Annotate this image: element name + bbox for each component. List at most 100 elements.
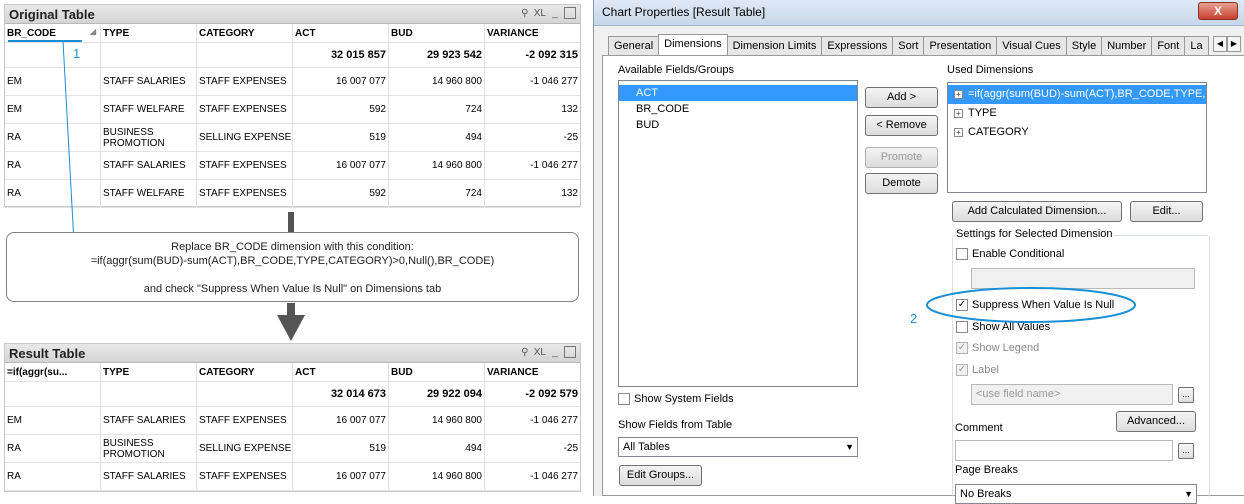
tab-strip: General Dimensions Dimension Limits Expr… xyxy=(608,34,1209,55)
table-cell[interactable]: STAFF SALARIES xyxy=(101,407,197,434)
comment-label: Comment xyxy=(955,422,1003,434)
checkbox-box xyxy=(618,393,630,405)
chevron-down-icon: ▼ xyxy=(845,442,854,452)
tree-item-type[interactable]: + TYPE xyxy=(948,104,1206,123)
total-cell: 32 014 673 xyxy=(293,382,389,406)
comment-field[interactable] xyxy=(955,440,1173,461)
tab-style[interactable]: Style xyxy=(1065,36,1103,55)
column-header-type[interactable]: TYPE xyxy=(101,363,197,381)
callout-ellipse-2 xyxy=(926,287,1136,323)
label-ellipsis-button[interactable]: ... xyxy=(1178,387,1194,403)
table-cell[interactable]: STAFF SALARIES xyxy=(101,463,197,490)
tab-scroll-right-icon[interactable]: ▶ xyxy=(1227,36,1241,52)
table-cell[interactable]: 519 xyxy=(293,435,389,462)
totals-row: 32 014 673 29 922 094 -2 092 579 xyxy=(5,382,580,407)
table-cell[interactable]: BUSINESS PROMOTION xyxy=(101,435,197,462)
table-cell[interactable]: 494 xyxy=(389,435,485,462)
label-field[interactable]: <use field name> xyxy=(971,384,1173,405)
callout-number-1: 1 xyxy=(73,46,81,61)
add-calculated-dimension-button[interactable]: Add Calculated Dimension... xyxy=(952,201,1122,222)
table-cell[interactable]: STAFF EXPENSES xyxy=(197,463,293,490)
checkbox-box: ✓ xyxy=(956,364,968,376)
maximize-icon[interactable] xyxy=(564,346,576,358)
available-fields-label: Available Fields/Groups xyxy=(618,64,734,76)
expand-icon[interactable]: + xyxy=(954,90,963,99)
column-header-category[interactable]: CATEGORY xyxy=(197,363,293,381)
total-cell xyxy=(197,382,293,406)
expand-icon[interactable]: + xyxy=(954,109,963,118)
tab-font[interactable]: Font xyxy=(1151,36,1186,55)
page-breaks-select[interactable]: No Breaks ▼ xyxy=(955,484,1197,504)
result-table-caption: Result Table ⚲ XL _ xyxy=(5,344,580,363)
edit-groups-button[interactable]: Edit Groups... xyxy=(619,465,702,486)
page-breaks-label: Page Breaks xyxy=(955,464,1018,476)
table-row[interactable]: EM STAFF SALARIES STAFF EXPENSES 16 007 077… xyxy=(5,407,580,435)
table-cell[interactable]: 16 007 077 xyxy=(293,407,389,434)
promote-button[interactable]: Promote xyxy=(865,147,938,168)
table-cell[interactable]: RA xyxy=(5,463,101,490)
label-checkbox[interactable]: ✓ Label xyxy=(956,364,999,376)
column-header-bud[interactable]: BUD xyxy=(389,363,485,381)
chevron-down-icon: ▼ xyxy=(1184,489,1193,499)
tab-dimensions[interactable]: Dimensions xyxy=(658,34,728,55)
dialog-titlebar: Chart Properties [Result Table] X xyxy=(594,0,1244,26)
tree-item-category[interactable]: + CATEGORY xyxy=(948,123,1206,142)
table-cell[interactable]: EM xyxy=(5,407,101,434)
show-fields-label: Show Fields from Table xyxy=(618,419,733,431)
table-row[interactable]: RA STAFF SALARIES STAFF EXPENSES 16 007 077… xyxy=(5,463,580,491)
expand-icon[interactable]: + xyxy=(954,128,963,137)
advanced-button[interactable]: Advanced... xyxy=(1116,411,1196,432)
list-item[interactable]: BR_CODE xyxy=(619,101,857,117)
show-legend-checkbox[interactable]: ✓ Show Legend xyxy=(956,342,1039,354)
xl-export-icon[interactable]: XL xyxy=(534,347,546,358)
used-dimensions-label: Used Dimensions xyxy=(947,64,1034,76)
total-cell: -2 092 579 xyxy=(525,388,578,400)
tab-presentation[interactable]: Presentation xyxy=(923,36,998,55)
comment-ellipsis-button[interactable]: ... xyxy=(1178,443,1194,459)
total-cell xyxy=(5,382,101,406)
tab-scroll-left-icon[interactable]: ◀ xyxy=(1213,36,1227,52)
table-cell[interactable]: 14 960 800 xyxy=(389,463,485,490)
list-item[interactable]: BUD xyxy=(619,117,857,133)
table-cell[interactable]: -25 xyxy=(485,435,580,462)
table-cell[interactable]: SELLING EXPENSE xyxy=(197,435,293,462)
checkbox-box: ✓ xyxy=(956,342,968,354)
close-button[interactable]: X xyxy=(1198,2,1238,20)
tab-sort[interactable]: Sort xyxy=(892,36,925,55)
tree-item-calculated-dimension[interactable]: + =if(aggr(sum(BUD)-sum(ACT),BR_CODE,TYP… xyxy=(948,85,1206,104)
chart-properties-dialog: Chart Properties [Result Table] X Genera… xyxy=(593,0,1244,504)
column-header-act[interactable]: ACT xyxy=(293,363,389,381)
table-cell[interactable]: 14 960 800 xyxy=(389,407,485,434)
column-header-dimension[interactable]: =if(aggr(su... xyxy=(5,363,101,381)
tab-dimension-limits[interactable]: Dimension Limits xyxy=(726,36,823,55)
instruction-line-3: and check "Suppress When Value Is Null" … xyxy=(143,283,442,295)
table-row[interactable]: RA BUSINESS PROMOTION SELLING EXPENSE 519 49… xyxy=(5,435,580,463)
tab-layout[interactable]: La xyxy=(1184,36,1209,55)
minimize-icon[interactable]: _ xyxy=(550,347,560,358)
result-table: Result Table ⚲ XL _ =if(aggr(su... TYPE … xyxy=(4,343,581,492)
table-cell[interactable]: STAFF EXPENSES xyxy=(197,407,293,434)
enable-conditional-checkbox[interactable]: Enable Conditional xyxy=(956,248,1064,260)
table-cell[interactable]: RA xyxy=(5,435,101,462)
tab-general[interactable]: General xyxy=(608,36,660,55)
edit-button[interactable]: Edit... xyxy=(1130,201,1203,222)
lock-icon[interactable]: ⚲ xyxy=(520,347,530,358)
tab-number[interactable]: Number xyxy=(1101,36,1153,55)
tab-expressions[interactable]: Expressions xyxy=(821,36,894,55)
table-cell[interactable]: -1 046 277 xyxy=(485,407,580,434)
add-button[interactable]: Add > xyxy=(865,87,938,108)
show-fields-select[interactable]: All Tables ▼ xyxy=(618,437,858,457)
column-header-variance[interactable]: VARIANCE xyxy=(485,363,580,381)
instruction-line-2: =if(aggr(sum(BUD)-sum(ACT),BR_CODE,TYPE,… xyxy=(90,255,495,267)
remove-button[interactable]: < Remove xyxy=(865,115,938,136)
callout-number-2: 2 xyxy=(910,311,918,326)
show-system-fields-checkbox[interactable]: Show System Fields xyxy=(618,393,734,405)
table-cell[interactable]: 16 007 077 xyxy=(293,463,389,490)
used-dimensions-list[interactable]: + =if(aggr(sum(BUD)-sum(ACT),BR_CODE,TYP… xyxy=(947,82,1207,193)
tab-visual-cues[interactable]: Visual Cues xyxy=(996,36,1067,55)
demote-button[interactable]: Demote xyxy=(865,173,938,194)
available-fields-list[interactable]: ACT BR_CODE BUD xyxy=(618,80,858,387)
total-cell: 29 922 094 xyxy=(389,382,485,406)
table-cell[interactable]: -1 046 277 xyxy=(485,463,580,490)
list-item[interactable]: ACT xyxy=(619,85,857,101)
